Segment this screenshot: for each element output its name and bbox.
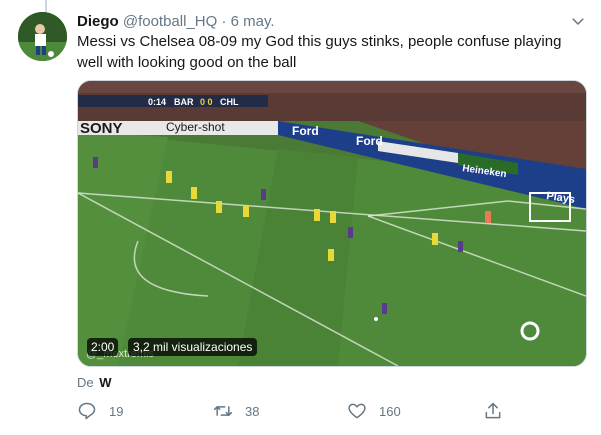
source-prefix: De bbox=[77, 375, 94, 390]
reply-count: 19 bbox=[109, 403, 124, 419]
separator-dot: · bbox=[221, 13, 227, 30]
tweet-actions: 19 38 160 bbox=[77, 398, 501, 424]
scoreboard-home: BAR bbox=[174, 97, 194, 107]
source-name[interactable]: W bbox=[99, 375, 111, 390]
retweet-count: 38 bbox=[245, 403, 260, 419]
ad-cybershot: Cyber-shot bbox=[166, 120, 225, 134]
like-count: 160 bbox=[379, 403, 401, 419]
scoreboard-time: 0:14 bbox=[148, 97, 166, 107]
ad-ford-2: Ford bbox=[356, 134, 383, 148]
tweet-header: Diego @football_HQ · 6 may. bbox=[77, 12, 275, 32]
ad-sony: SONY bbox=[80, 120, 123, 137]
user-handle[interactable]: @football_HQ bbox=[123, 13, 217, 30]
share-icon bbox=[485, 402, 501, 419]
tweet-text: Messi vs Chelsea 08-09 my God this guys … bbox=[77, 33, 562, 71]
video-duration: 2:00 bbox=[87, 338, 119, 356]
media-source: De W bbox=[77, 374, 112, 392]
scoreboard-away: CHL bbox=[220, 97, 239, 107]
reply-button[interactable]: 19 bbox=[77, 398, 123, 424]
retweet-button[interactable]: 38 bbox=[213, 398, 259, 424]
tweet-date[interactable]: 6 may. bbox=[231, 13, 275, 30]
ad-ford-1: Ford bbox=[292, 124, 319, 138]
video-frame: 0:14 BAR 0 0 CHL SONY Cyber-shot Ford Fo… bbox=[78, 81, 586, 366]
scoreboard-score: 0 0 bbox=[200, 97, 213, 107]
avatar[interactable] bbox=[18, 12, 67, 61]
video-player[interactable]: 0:14 BAR 0 0 CHL SONY Cyber-shot Ford Fo… bbox=[77, 80, 587, 367]
view-count: 3,2 mil visualizaciones bbox=[128, 338, 258, 356]
retweet-icon bbox=[213, 406, 233, 416]
display-name[interactable]: Diego bbox=[77, 13, 119, 30]
like-icon bbox=[348, 403, 366, 419]
reply-icon bbox=[78, 402, 96, 420]
share-button[interactable] bbox=[483, 398, 515, 424]
like-button[interactable]: 160 bbox=[347, 398, 401, 424]
chevron-down-icon[interactable] bbox=[569, 12, 587, 30]
